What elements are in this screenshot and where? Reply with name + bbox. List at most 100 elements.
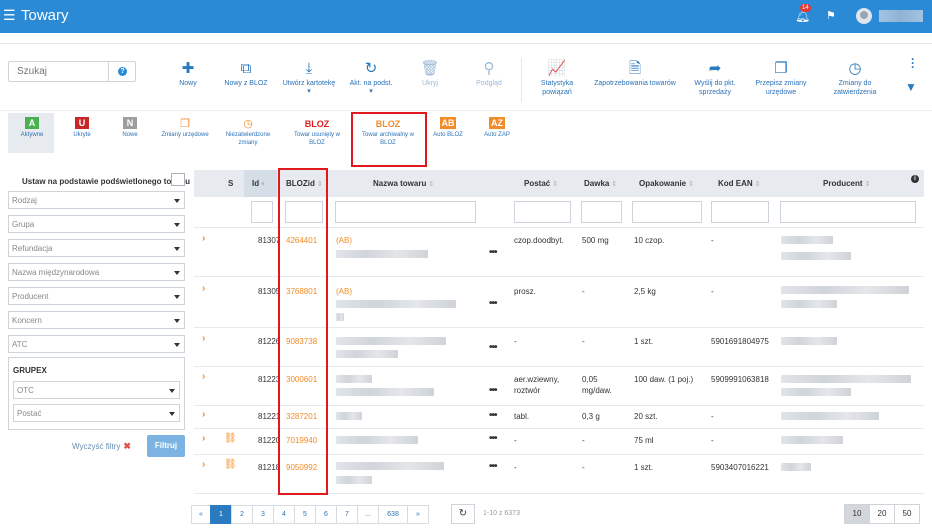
user-name-blurred[interactable] <box>879 10 923 22</box>
filter-name-input[interactable] <box>335 201 476 223</box>
page-button-last[interactable]: 638 <box>378 505 408 524</box>
update-based-on-button[interactable]: ↻ Akt. na podst. ▾ <box>344 59 398 96</box>
header-producer[interactable]: Producent ⇕ <box>823 179 870 188</box>
menu-icon[interactable]: ☰ <box>3 8 16 22</box>
page-button[interactable]: 5 <box>294 505 316 524</box>
row-producer-blurred <box>781 236 833 244</box>
copy-official-changes-button[interactable]: ❐ Przepisz zmiany urzędowe <box>752 59 810 97</box>
row-producer-blurred <box>781 463 811 471</box>
official-changes-filter[interactable]: ❐ Zmiany urzędowe <box>158 117 212 139</box>
page-size-button[interactable]: 10 <box>844 504 870 524</box>
product-demands-button[interactable]: 🗎 Zapotrzebowania towarów <box>592 59 678 88</box>
page-button[interactable]: 2 <box>231 505 253 524</box>
row-ean: - <box>711 412 714 421</box>
search-help-button[interactable]: ? <box>108 62 135 81</box>
flag-icon[interactable]: ⚑ <box>826 9 836 22</box>
status-active-filter[interactable]: A Aktywne <box>17 117 47 139</box>
header-dose[interactable]: Dawka ⇕ <box>584 179 617 188</box>
info-icon[interactable]: i <box>911 175 919 183</box>
header-form[interactable]: Postać ⇕ <box>524 179 558 188</box>
create-record-button[interactable]: ⤓ Utwórz kartotekę ▾ <box>280 59 338 96</box>
expand-row-icon[interactable]: › <box>202 433 205 444</box>
filter-package-input[interactable] <box>632 201 702 223</box>
status-new-filter[interactable]: N Nowe <box>116 117 144 139</box>
page-button[interactable]: 4 <box>273 505 295 524</box>
expand-row-icon[interactable]: › <box>202 283 205 294</box>
page-next-button[interactable]: » <box>407 505 429 524</box>
removed-in-bloz-filter[interactable]: BLOZ Towar usunięty w BLOZ <box>290 117 344 147</box>
page-size-button[interactable]: 50 <box>894 504 920 524</box>
auto-zap-filter[interactable]: AZ Auto ZAP <box>482 117 512 139</box>
auto-bloz-filter[interactable]: AB Auto BLOZ <box>433 117 463 139</box>
filter-ean-input[interactable] <box>711 201 769 223</box>
page-button[interactable]: 6 <box>315 505 337 524</box>
more-icon[interactable]: ••• <box>489 410 497 421</box>
unlink-icon[interactable]: ⛓ <box>224 433 237 444</box>
select-form[interactable]: Postać <box>13 404 180 422</box>
new-button[interactable]: ✚ Nowy <box>170 59 206 88</box>
page-prev-button[interactable]: « <box>191 505 211 524</box>
avatar[interactable] <box>856 8 872 24</box>
page-size-button[interactable]: 20 <box>869 504 895 524</box>
more-icon[interactable]: ••• <box>489 342 497 353</box>
link-statistics-button[interactable]: 📈 Statystyka powiązań <box>532 59 582 97</box>
filter-id-input[interactable] <box>251 201 273 223</box>
filter-producer-input[interactable] <box>780 201 916 223</box>
preview-button[interactable]: ⚲ Podgląd <box>470 59 508 88</box>
row-producer-blurred <box>781 300 837 308</box>
kebab-menu-icon[interactable]: · · · <box>907 53 919 73</box>
filter-button[interactable]: Filtruj <box>147 435 185 457</box>
page-button[interactable]: 7 <box>336 505 358 524</box>
close-icon: ✖ <box>123 441 131 451</box>
select-concern[interactable]: Koncern <box>8 311 185 329</box>
select-international-name[interactable]: Nazwa międzynarodowa <box>8 263 185 281</box>
select-type[interactable]: Rodzaj <box>8 191 185 209</box>
filter-funnel-icon[interactable]: ▼ <box>905 80 917 94</box>
select-refund[interactable]: Refundacja <box>8 239 185 257</box>
hide-button[interactable]: 🗑 Ukryj <box>412 59 448 88</box>
sort-desc-icon: ▾ <box>261 181 265 188</box>
set-from-highlighted-checkbox[interactable] <box>171 173 185 186</box>
trash-icon: 🗑 <box>420 60 440 77</box>
unapproved-changes-filter[interactable]: ◷ Niezatwierdzone zmiany <box>222 117 274 147</box>
expand-row-icon[interactable]: › <box>202 371 205 382</box>
new-from-bloz-button[interactable]: ⧉ Nowy z BLOZ <box>222 59 270 88</box>
page-button[interactable]: 3 <box>252 505 274 524</box>
filter-dose-input[interactable] <box>581 201 622 223</box>
header-name[interactable]: Nazwa towaru ⇕ <box>373 179 434 188</box>
more-icon[interactable]: ••• <box>489 433 497 444</box>
unlink-icon[interactable]: ⛓ <box>224 459 237 470</box>
row-name-blurred <box>336 250 428 258</box>
expand-row-icon[interactable]: › <box>202 233 205 244</box>
expand-row-icon[interactable]: › <box>202 459 205 470</box>
expand-row-icon[interactable]: › <box>202 333 205 344</box>
clear-filters-link[interactable]: Wyczyść filtry ✖ <box>72 441 131 452</box>
refresh-button[interactable]: ↻ <box>451 504 475 524</box>
header-ean[interactable]: Kod EAN ⇕ <box>718 179 761 188</box>
search-input[interactable] <box>9 62 109 81</box>
select-producer[interactable]: Producent <box>8 287 185 305</box>
row-id: 81223 <box>258 375 281 384</box>
more-icon[interactable]: ••• <box>489 385 497 396</box>
header-s[interactable]: S <box>228 179 233 188</box>
bloz-logo-icon: BLOZ <box>375 119 401 129</box>
more-icon[interactable]: ••• <box>489 298 497 309</box>
row-ean: - <box>711 436 714 445</box>
more-icon[interactable]: ••• <box>489 247 497 258</box>
divider <box>0 110 932 111</box>
expand-row-icon[interactable]: › <box>202 409 205 420</box>
row-ean: - <box>711 287 714 296</box>
status-hidden-filter[interactable]: U Ukryte <box>68 117 96 139</box>
row-id: 81218 <box>258 463 281 472</box>
header-package[interactable]: Opakowanie ⇕ <box>639 179 694 188</box>
select-otc[interactable]: OTC <box>13 381 180 399</box>
header-id[interactable]: Id ▾ <box>252 179 265 188</box>
changes-to-approve-button[interactable]: ◷ Zmiany do zatwierdzenia <box>826 59 884 97</box>
filter-form-input[interactable] <box>514 201 571 223</box>
page-button[interactable]: 1 <box>210 505 232 524</box>
archived-in-bloz-filter[interactable]: BLOZ Towar archiwalny w BLOZ <box>359 117 417 147</box>
select-group[interactable]: Grupa <box>8 215 185 233</box>
send-to-pos-button[interactable]: ➦ Wyślij do pkt. sprzedaży <box>690 59 740 97</box>
select-atc[interactable]: ATC <box>8 335 185 353</box>
more-icon[interactable]: ••• <box>489 461 497 472</box>
